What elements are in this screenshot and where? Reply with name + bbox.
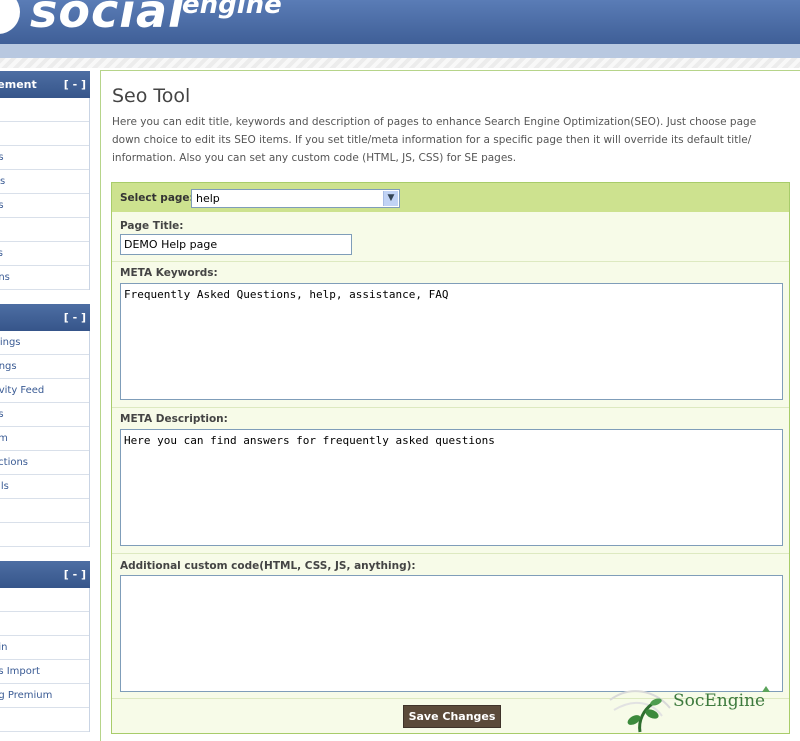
divider [112,553,789,554]
logo-text[interactable]: social [30,0,185,38]
sidebar-item[interactable]: s [0,122,89,146]
logo-superscript: engine [182,0,282,20]
description-line: down choice to edit its SEO items. If yo… [112,134,752,146]
sidebar-section-settings: gs [ - ] ttings tings tivity Feed ds am … [0,304,90,547]
page-select[interactable]: help ▼ [191,189,400,208]
page-title-value: DEMO Help page [124,238,218,251]
collapse-toggle[interactable]: [ - ] [64,561,86,588]
pattern-band [0,58,800,68]
meta-description-textarea[interactable]: Here you can find answers for frequently… [120,429,783,546]
collapse-toggle[interactable]: [ - ] [64,304,86,331]
sidebar-item[interactable]: gin [0,636,89,660]
page-title-label: Page Title: [120,220,184,232]
sidebar-section-management: agement [ - ] s ns rts ns s ks gns [0,71,90,290]
header-stripe [0,44,800,58]
meta-description-label: META Description: [120,413,228,425]
chevron-down-icon[interactable]: ▼ [383,191,398,206]
select-page-row: Select page: help ▼ [112,183,789,212]
save-changes-button[interactable]: Save Changes [403,705,501,728]
select-page-label: Select page: [120,192,194,204]
sidebar-item[interactable] [0,708,89,732]
sidebar-item[interactable]: ns Import [0,660,89,684]
sidebar-item[interactable]: ttings [0,331,89,355]
seo-form: Select page: help ▼ Page Title: DEMO Hel… [111,182,790,734]
sidebar-item[interactable]: ks [0,242,89,266]
sidebar-item[interactable]: rts [0,170,89,194]
sidebar-item[interactable] [0,588,89,612]
meta-keywords-textarea[interactable]: Frequently Asked Questions, help, assist… [120,283,783,400]
sidebar-item[interactable]: ections [0,451,89,475]
sidebar-item[interactable] [0,523,89,547]
watermark-text: SocEngine [673,691,766,711]
sidebar-item[interactable]: am [0,427,89,451]
sidebar-item[interactable] [0,499,89,523]
meta-description-value: Here you can find answers for frequently… [124,434,495,447]
custom-code-label: Additional custom code(HTML, CSS, JS, an… [120,560,416,572]
description-line: Here you can edit title, keywords and de… [112,116,757,128]
description-line: information. Also you can set any custom… [112,152,517,164]
sidebar-section-header: agement [ - ] [0,71,90,98]
sidebar-item[interactable]: ds [0,403,89,427]
sidebar-section-title: agement [0,78,37,91]
sidebar-section-plugins: s [ - ] gin ns Import ng Premium [0,561,90,732]
sidebar-item[interactable]: s [0,218,89,242]
sidebar-item[interactable]: ns [0,194,89,218]
page-title-input[interactable]: DEMO Help page [120,234,352,255]
divider [112,407,789,408]
site-header: social engine [0,0,800,44]
meta-keywords-label: META Keywords: [120,267,218,279]
sidebar-section-header: s [ - ] [0,561,90,588]
sidebar-item[interactable] [0,98,89,122]
sidebar-item[interactable]: ails [0,475,89,499]
custom-code-textarea[interactable] [120,575,783,692]
page-select-value: help [196,192,220,205]
logo-circle [0,0,20,34]
sidebar-item[interactable]: tings [0,355,89,379]
collapse-toggle[interactable]: [ - ] [64,71,86,98]
sidebar-item[interactable]: ns [0,146,89,170]
divider [112,261,789,262]
sidebar-item[interactable] [0,612,89,636]
page-description: Here you can edit title, keywords and de… [112,113,800,167]
page-title: Seo Tool [112,85,191,107]
sidebar-item[interactable]: ng Premium [0,684,89,708]
socengine-watermark: SocEngine [600,680,790,735]
sidebar-item[interactable]: gns [0,266,89,290]
sidebar-section-header: gs [ - ] [0,304,90,331]
meta-keywords-value: Frequently Asked Questions, help, assist… [124,288,449,301]
sidebar-item[interactable]: tivity Feed [0,379,89,403]
